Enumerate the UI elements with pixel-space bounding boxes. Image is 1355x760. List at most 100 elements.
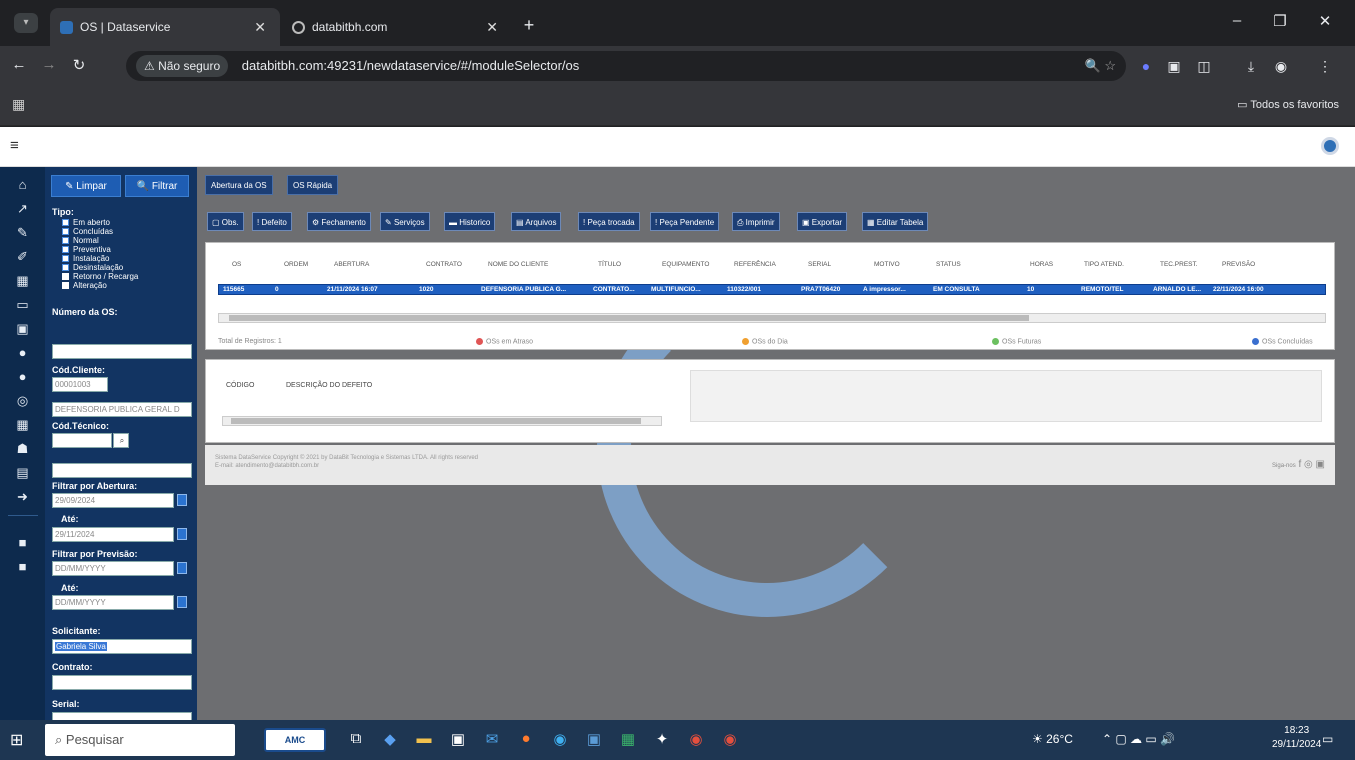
type-option-alteracao[interactable]: Alteração [62,281,107,291]
firefox-icon[interactable]: ● [514,730,538,747]
files-button[interactable]: ▤ Arquivos [511,212,562,231]
money-icon[interactable]: ▣ [0,321,45,337]
column-header[interactable]: MOTIVO [874,261,900,268]
app-icon[interactable]: ✦ [650,730,674,748]
table-row[interactable]: 115665 0 21/11/2024 16:07 1020 DEFENSORI… [218,284,1326,295]
store-icon[interactable]: ▣ [446,730,470,748]
replaced-part-button[interactable]: ! Peça trocada [578,212,640,231]
grid-icon[interactable]: ▦ [0,417,45,433]
opening-from-input[interactable]: 29/09/2024 [52,493,174,508]
extension-icon[interactable]: ● [1135,58,1157,74]
new-tab-icon[interactable]: + [514,8,544,42]
tech-code-input[interactable] [52,433,112,448]
taskbar-search[interactable]: ⌕ Pesquisar [45,724,235,756]
chart-icon[interactable]: ↗ [0,201,45,217]
column-header[interactable]: TEC.PREST. [1160,261,1198,268]
obs-button[interactable]: ▢ Obs. [207,212,244,231]
home-icon[interactable]: ⌂ [0,177,45,192]
detail-scrollbar[interactable] [222,416,662,426]
calendar-icon[interactable] [177,528,187,540]
tab-os-rapida[interactable]: OS Rápida [287,175,339,195]
table-icon[interactable]: ▦ [0,273,45,289]
dot-icon[interactable]: ● [0,369,45,384]
column-header[interactable]: REFERÊNCIA [734,261,776,268]
close-tab-icon[interactable]: ✕ [486,8,498,46]
task-view-icon[interactable]: ⧉ [344,730,368,747]
download-icon[interactable]: ⤓ [1240,58,1262,75]
pending-part-button[interactable]: ! Peça Pendente [650,212,720,231]
calendar-icon[interactable] [177,494,187,506]
export-button[interactable]: ▣ Exportar [797,212,848,231]
calendar-icon[interactable] [177,596,187,608]
defect-textarea[interactable] [690,370,1322,422]
user-avatar-logo[interactable] [1321,137,1339,155]
column-header[interactable]: SERIAL [808,261,831,268]
column-header[interactable]: EQUIPAMENTO [662,261,709,268]
column-header[interactable]: ABERTURA [334,261,369,268]
reload-icon[interactable]: ↻ [66,56,92,74]
restore-icon[interactable]: ❐ [1265,12,1295,30]
gauge-icon[interactable]: ◎ [0,393,45,409]
forward-icon[interactable]: → [36,56,62,73]
profile-icon[interactable]: ◉ [1270,58,1292,75]
zoom-star-icons[interactable]: 🔍 ☆ [1085,51,1116,81]
browser-tab-os[interactable]: OS | Dataservice ✕ [50,8,280,46]
tab-abertura-os[interactable]: Abertura da OS [205,175,273,195]
opening-to-input[interactable]: 29/11/2024 [52,527,174,542]
requester-input[interactable]: Gabriela Silva [52,639,192,654]
file-explorer-icon[interactable]: ▬ [412,730,436,747]
column-header[interactable]: CONTRATO [426,261,462,268]
circle-icon[interactable]: ● [0,345,45,360]
print-button[interactable]: ⎙ Imprimir [732,212,780,231]
contract-input[interactable] [52,675,192,690]
tab-search-icon[interactable]: ▾ [14,13,38,33]
close-tab-icon[interactable]: ✕ [254,8,266,46]
column-header[interactable]: TIPO ATEND. [1084,261,1124,268]
browser-tab-databit[interactable]: databitbh.com ✕ [282,8,512,46]
back-icon[interactable]: ← [6,56,32,73]
os-number-input[interactable] [52,344,192,359]
column-header[interactable]: TÍTULO [598,261,621,268]
all-bookmarks-link[interactable]: ▭ Todos os favoritos [1237,98,1339,111]
column-header[interactable]: STATUS [936,261,961,268]
monitor-icon[interactable]: ▭ [0,297,45,313]
edit-icon[interactable]: ✐ [0,249,45,265]
excel-icon[interactable]: ▦ [616,730,640,748]
edit-table-button[interactable]: ▦ Editar Tabela [862,212,929,231]
users-icon[interactable]: ☗ [0,441,45,457]
system-tray-icons[interactable]: ⌃ ▢ ☁ ▭ 🔊 [1102,732,1175,746]
calendar-icon[interactable]: ▤ [0,465,45,481]
scrollbar-thumb[interactable] [231,418,641,424]
url-omnibox[interactable]: ⚠ Não seguro databitbh.com:49231/newdata… [126,51,1126,81]
close-window-icon[interactable]: ✕ [1310,12,1340,30]
history-button[interactable]: ▬ Historico [444,212,496,231]
client-code-input[interactable]: 00001003 [52,377,108,392]
scrollbar-thumb[interactable] [229,315,1029,321]
signout-icon[interactable]: ➜ [0,489,45,505]
apply-filter-button[interactable]: 🔍 Filtrar [125,175,189,197]
forecast-to-input[interactable]: DD/MM/YYYY [52,595,174,610]
edge-icon[interactable]: ◉ [548,730,572,748]
windows-start-icon[interactable]: ⊞ [10,730,23,750]
notifications-icon[interactable]: ▭ [1322,732,1333,746]
column-header[interactable]: PREVISÃO [1222,261,1255,268]
amc-app-icon[interactable]: AMC [264,728,326,752]
extension-icon-2[interactable]: ▣ [1163,58,1185,75]
calendar-icon[interactable] [177,562,187,574]
chrome-icon[interactable]: ◉ [684,730,708,748]
widgets-icon[interactable]: ◆ [378,730,402,748]
services-button[interactable]: ✎ Serviços [380,212,430,231]
column-header[interactable]: NOME DO CLIENTE [488,261,548,268]
column-header[interactable]: OS [232,261,241,268]
tech-search-icon[interactable]: ⌕ [113,433,129,448]
mail-icon[interactable]: ✉ [480,730,504,748]
square-icon[interactable]: ■ [0,535,45,550]
closing-button[interactable]: ⚙ Fechamento [307,212,371,231]
weather-widget[interactable]: ☀ 26°C [1032,732,1073,746]
more-menu-icon[interactable]: ⋮ [1314,58,1336,75]
square-icon-2[interactable]: ■ [0,559,45,574]
outlook-icon[interactable]: ▣ [582,730,606,748]
hamburger-menu-icon[interactable]: ≡ [10,137,19,154]
grid-horizontal-scrollbar[interactable] [218,313,1326,323]
apps-grid-icon[interactable]: ▦ [12,96,25,113]
